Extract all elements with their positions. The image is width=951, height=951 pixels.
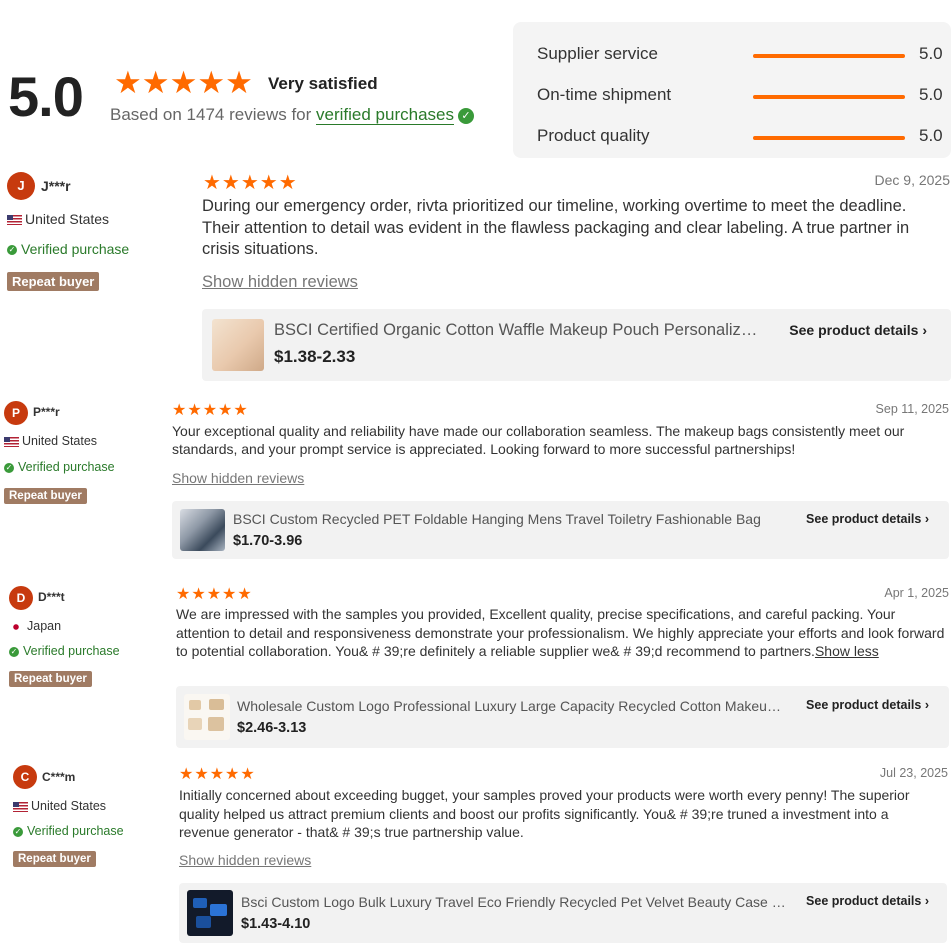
- review-stars: ★★★★★: [176, 586, 253, 603]
- review-text: During our emergency order, rivta priori…: [202, 197, 910, 258]
- review-count-text: Based on 1474 reviews for verified purch…: [110, 105, 474, 125]
- review-text: Initially concerned about exceeding bugg…: [179, 787, 910, 840]
- product-price: $1.70-3.96: [233, 533, 303, 549]
- country-label: United States: [31, 799, 107, 813]
- reviewer-name: C***m: [42, 770, 76, 784]
- review-text: We are impressed with the samples you pr…: [176, 605, 948, 661]
- review-stars: ★★★★★: [172, 402, 249, 419]
- us-flag-icon: [13, 801, 28, 812]
- verified-label: Verified purchase: [21, 241, 130, 257]
- check-badge-icon: ✓: [13, 826, 23, 837]
- rating-value: 5.0: [919, 44, 943, 63]
- product-price: $2.46-3.13: [237, 720, 307, 736]
- verified-purchases-link[interactable]: verified purchases: [316, 105, 454, 125]
- product-card[interactable]: BSCI Certified Organic Cotton Waffle Mak…: [202, 309, 951, 381]
- show-hidden-reviews-link[interactable]: Show hidden reviews: [179, 852, 311, 868]
- satisfaction-label: Very satisfied: [268, 74, 378, 93]
- see-product-details-link[interactable]: See product details ›: [789, 322, 927, 338]
- review-date: Sep 11, 2025: [875, 402, 949, 416]
- review-text: Your exceptional quality and reliability…: [172, 423, 905, 457]
- verified-purchase-badge: ✓ Verified purchase: [7, 241, 129, 257]
- verified-label: Verified purchase: [27, 824, 124, 838]
- reviewer-country: Japan: [9, 619, 61, 633]
- review-card: J J***r United States ✓ Verified purchase…: [0, 165, 951, 385]
- show-hidden-reviews-link[interactable]: Show hidden reviews: [172, 470, 304, 486]
- product-title[interactable]: BSCI Certified Organic Cotton Waffle Mak…: [274, 321, 760, 340]
- see-product-details-link[interactable]: See product details ›: [806, 698, 929, 712]
- avatar: D: [9, 586, 33, 610]
- avatar: P: [4, 401, 28, 425]
- reviewer-name: J***r: [41, 178, 71, 194]
- avatar: J: [7, 172, 35, 200]
- product-title[interactable]: Wholesale Custom Logo Professional Luxur…: [237, 698, 783, 714]
- country-label: Japan: [27, 619, 62, 633]
- product-price: $1.38-2.33: [274, 347, 356, 366]
- rating-value: 5.0: [919, 85, 943, 104]
- product-card[interactable]: Wholesale Custom Logo Professional Luxur…: [176, 686, 949, 748]
- rating-summary: 5.0 ★★★★★ Very satisfied Based on 1474 r…: [6, 60, 506, 140]
- check-badge-icon: ✓: [4, 462, 14, 473]
- reviewer-name: P***r: [33, 405, 60, 419]
- repeat-buyer-badge: Repeat buyer: [4, 488, 87, 504]
- review-stars: ★★★★★: [179, 766, 256, 783]
- see-product-details-link[interactable]: See product details ›: [806, 894, 929, 908]
- verified-purchase-badge: ✓ Verified purchase: [9, 644, 120, 658]
- show-less-link[interactable]: Show less: [815, 643, 879, 659]
- product-title[interactable]: Bsci Custom Logo Bulk Luxury Travel Eco …: [241, 894, 786, 910]
- rating-row-on-time-shipment: On-time shipment 5.0: [537, 85, 951, 109]
- show-hidden-reviews-link[interactable]: Show hidden reviews: [202, 273, 358, 292]
- rating-label: On-time shipment: [537, 85, 672, 104]
- us-flag-icon: [4, 436, 19, 447]
- verified-label: Verified purchase: [23, 644, 120, 658]
- product-thumbnail[interactable]: [187, 890, 233, 936]
- verified-label: Verified purchase: [18, 460, 115, 474]
- repeat-buyer-badge: Repeat buyer: [9, 671, 92, 687]
- overall-score: 5.0: [8, 65, 84, 128]
- product-title[interactable]: BSCI Custom Recycled PET Foldable Hangin…: [233, 511, 785, 527]
- product-thumbnail[interactable]: [180, 509, 225, 551]
- review-date: Apr 1, 2025: [884, 586, 949, 600]
- rating-bar: [753, 136, 905, 140]
- repeat-buyer-badge: Repeat buyer: [13, 851, 96, 867]
- avatar: C: [13, 765, 37, 789]
- verified-purchase-badge: ✓ Verified purchase: [4, 460, 115, 474]
- product-thumbnail[interactable]: [212, 319, 264, 371]
- check-badge-icon: ✓: [9, 646, 19, 657]
- see-product-details-link[interactable]: See product details ›: [806, 512, 929, 526]
- country-label: United States: [22, 434, 98, 448]
- japan-flag-icon: [9, 621, 23, 632]
- rating-value: 5.0: [919, 126, 943, 145]
- reviewer-country: United States: [13, 799, 106, 813]
- review-date: Jul 23, 2025: [879, 766, 948, 780]
- rating-label: Product quality: [537, 126, 650, 145]
- check-badge-icon: ✓: [7, 245, 17, 256]
- review-card: D D***t Japan ✓ Verified purchase Repeat …: [0, 580, 951, 750]
- reviewer-name: D***t: [38, 590, 65, 604]
- product-card[interactable]: BSCI Custom Recycled PET Foldable Hangin…: [172, 501, 949, 559]
- overall-stars: ★★★★★: [114, 65, 253, 100]
- reviewer-country: United States: [7, 211, 109, 227]
- rating-row-supplier-service: Supplier service 5.0: [537, 44, 951, 68]
- rating-bar: [753, 54, 905, 58]
- review-date: Dec 9, 2025: [874, 172, 951, 188]
- reviewer-country: United States: [4, 434, 97, 448]
- review-card: C C***m United States ✓ Verified purchase…: [0, 760, 951, 950]
- review-card: P P***r United States ✓ Verified purchase…: [0, 395, 951, 567]
- repeat-buyer-badge: Repeat buyer: [7, 272, 100, 291]
- check-badge-icon: ✓: [457, 107, 474, 124]
- rating-label: Supplier service: [537, 44, 658, 63]
- country-label: United States: [25, 211, 110, 227]
- rating-row-product-quality: Product quality 5.0: [537, 126, 951, 150]
- rating-breakdown: Supplier service 5.0 On-time shipment 5.…: [513, 22, 951, 158]
- product-thumbnail[interactable]: [184, 694, 230, 740]
- review-stars: ★★★★★: [203, 172, 298, 194]
- product-price: $1.43-4.10: [241, 916, 311, 932]
- based-on-text: Based on 1474 reviews for: [110, 105, 317, 124]
- product-card[interactable]: Bsci Custom Logo Bulk Luxury Travel Eco …: [179, 883, 947, 943]
- us-flag-icon: [7, 215, 22, 226]
- rating-bar: [753, 95, 905, 99]
- verified-purchase-badge: ✓ Verified purchase: [13, 824, 124, 838]
